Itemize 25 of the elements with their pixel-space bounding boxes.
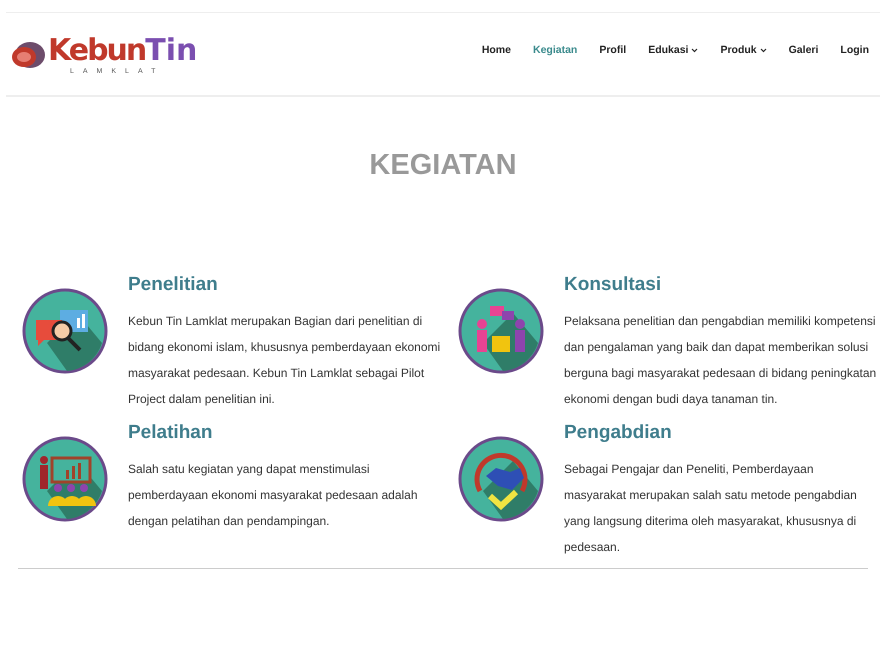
training-icon	[22, 436, 108, 522]
activity-title: Konsultasi	[564, 274, 662, 296]
activity-title: Pelatihan	[128, 422, 214, 444]
activity-title: Pengabdian	[564, 422, 673, 444]
activity-description: Salah satu kegiatan yang dapat menstimulasi pemberdayaan ekonomi masyarakat pedesaan adalah dengan pelatihan dan pendampingan.	[128, 461, 419, 530]
chevron-down-icon	[760, 48, 767, 52]
nav-link[interactable]: Login	[829, 40, 880, 60]
nav-link[interactable]: Edukasi	[637, 40, 710, 60]
activity-description: Kebun Tin Lamklat merupakan Bagian dari penelitian di bidang ekonomi islam, khususnya pemberdayaan ekonomi masyarakat pedesaan. Kebun Tin Lamklat sebagai Pilot Project dalam penelitian ini.	[128, 313, 442, 408]
nav-link[interactable]: Home	[470, 40, 522, 60]
consult-icon	[458, 288, 544, 374]
activity-description: Sebagai Pengajar dan Peneliti, Pemberdayaan masyarakat merupakan salah satu metode pengabdian yang langsung diterima oleh masyarakat, khususnya di pedesaan.	[564, 461, 858, 556]
service-icon	[458, 436, 544, 522]
research-icon	[22, 288, 108, 374]
page-heading: KEGIATAN	[368, 149, 518, 182]
nav-link[interactable]: Galeri	[778, 40, 830, 60]
nav-link[interactable]: Profil	[588, 40, 638, 60]
nav-link[interactable]: Produk	[709, 40, 778, 60]
chevron-down-icon	[691, 48, 698, 52]
nav-link[interactable]: Kegiatan	[522, 40, 588, 60]
activity-description: Pelaksana penelitian dan pengabdian memiliki kompetensi dan pengalaman yang baik dan dapat memberikan solusi berguna bagi masyarakat pedesaan di bidang peningkatan ekonomi dengan budi daya tanaman tin.	[564, 313, 878, 408]
logo-text: Tin	[145, 33, 198, 68]
fig-fruit-icon	[10, 39, 46, 69]
activity-title: Penelitian	[128, 274, 219, 296]
logo-text: Kebun	[48, 33, 146, 68]
